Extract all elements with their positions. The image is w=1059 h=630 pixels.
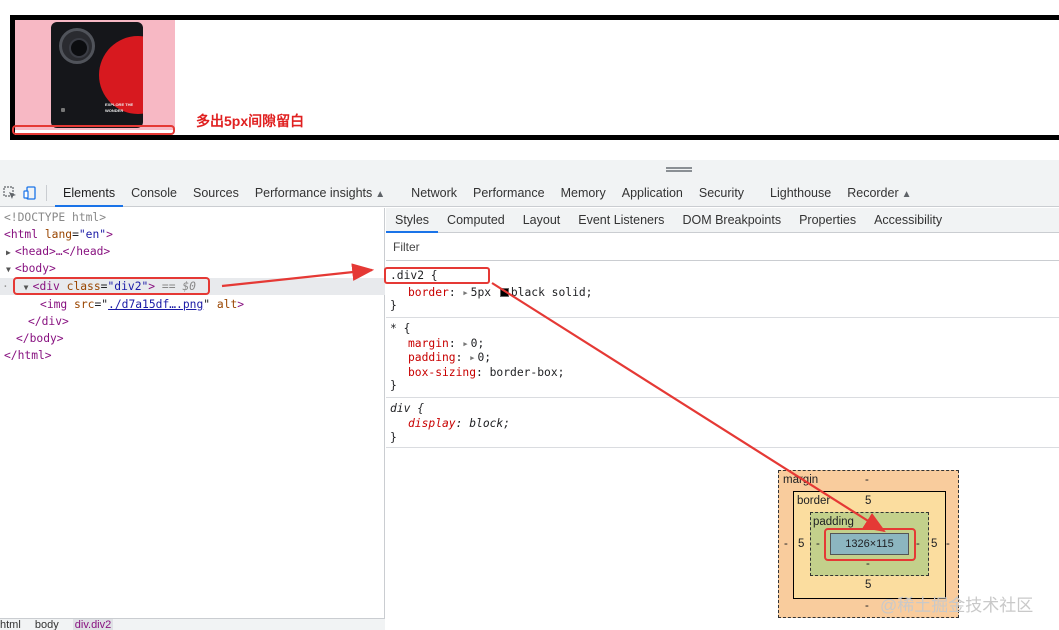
tab-performance-insights[interactable]: Performance insights ▲ <box>247 180 393 206</box>
rule-close: } <box>390 431 397 444</box>
breadcrumb: html body div.div2 <box>0 618 385 630</box>
device-toolbar-icon[interactable] <box>20 180 40 206</box>
color-swatch[interactable] <box>499 288 509 297</box>
rule-close: } <box>390 299 397 312</box>
tab-computed[interactable]: Computed <box>438 208 514 232</box>
tab-lighthouse[interactable]: Lighthouse <box>762 180 839 206</box>
tab-network[interactable]: Network <box>403 180 465 206</box>
dom-div-close[interactable]: </div> <box>28 313 69 330</box>
padding-left-value[interactable]: - <box>816 538 820 550</box>
rule-declaration[interactable]: box-sizing: border-box; <box>408 365 564 381</box>
styles-tab-bar: Styles Computed Layout Event Listeners D… <box>386 208 1059 233</box>
dom-html-close[interactable]: </html> <box>4 347 52 364</box>
dom-body-close[interactable]: </body> <box>16 330 64 347</box>
phone-text: EXPLORE THE WONDER <box>105 102 134 113</box>
tab-accessibility[interactable]: Accessibility <box>865 208 951 232</box>
experiment-flask-icon: ▲ <box>375 189 386 200</box>
border-right-value[interactable]: 5 <box>931 538 937 550</box>
rule-selector[interactable]: div { <box>390 401 424 417</box>
rule-declaration[interactable]: padding: ▶ 0; <box>408 350 491 366</box>
tab-styles[interactable]: Styles <box>386 208 439 233</box>
padding-label: padding <box>813 516 854 528</box>
tab-performance[interactable]: Performance <box>465 180 553 206</box>
dom-img[interactable]: <img src="./d7a15df….png" alt> <box>40 296 244 313</box>
rule-declaration[interactable]: display: block; <box>408 416 510 432</box>
tab-elements[interactable]: Elements <box>55 180 124 207</box>
phone-button <box>61 108 65 112</box>
breadcrumb-body[interactable]: body <box>35 619 59 630</box>
tab-console[interactable]: Console <box>123 180 185 206</box>
tab-security[interactable]: Security <box>691 180 752 206</box>
styles-filter-bar <box>386 234 1059 261</box>
styles-filter-input[interactable] <box>386 234 1059 260</box>
tab-application[interactable]: Application <box>614 180 691 206</box>
selector-highlight-box <box>384 267 490 284</box>
content-size-highlight <box>824 528 916 561</box>
border-left-value[interactable]: 5 <box>798 538 804 550</box>
padding-top-value[interactable]: - <box>866 516 870 528</box>
margin-right-value[interactable]: - <box>946 538 950 550</box>
dom-tree-panel: <!DOCTYPE html> <html lang="en"> ▶ <head>… <box>0 208 385 618</box>
tab-event-listeners[interactable]: Event Listeners <box>569 208 673 232</box>
gap-annotation: 多出5px间隙留白 <box>196 113 305 129</box>
border-bottom-value[interactable]: 5 <box>865 579 871 591</box>
dom-html-open[interactable]: <html lang="en"> <box>4 226 113 243</box>
margin-left-value[interactable]: - <box>784 538 788 550</box>
tab-recorder[interactable]: Recorder ▲ <box>839 180 919 206</box>
dom-body-open[interactable]: ▼ <body> <box>6 260 56 277</box>
padding-right-value[interactable]: - <box>916 538 920 550</box>
dom-doctype[interactable]: <!DOCTYPE html> <box>4 209 106 226</box>
watermark: @稀土掘金技术社区 <box>880 596 1034 615</box>
border-top-value[interactable]: 5 <box>865 495 871 507</box>
tab-properties[interactable]: Properties <box>790 208 865 232</box>
drag-grip-icon[interactable] <box>666 167 692 172</box>
toolbar-divider <box>46 185 47 201</box>
camera-icon <box>59 28 95 64</box>
phone-product-image: EXPLORE THE WONDER <box>15 20 175 130</box>
tab-dom-breakpoints[interactable]: DOM Breakpoints <box>673 208 790 232</box>
margin-top-value[interactable]: - <box>865 474 869 486</box>
devtools-resize-handle[interactable] <box>0 160 1059 180</box>
gap-highlight-box <box>12 125 175 135</box>
selected-node-highlight <box>13 277 210 295</box>
tab-memory[interactable]: Memory <box>553 180 614 206</box>
tab-sources[interactable]: Sources <box>185 180 247 206</box>
collapse-triangle-icon[interactable]: ▼ <box>6 261 15 278</box>
page-viewport: EXPLORE THE WONDER 多出5px间隙留白 <box>0 0 1059 160</box>
dom-head[interactable]: ▶ <head>…</head> <box>6 243 110 260</box>
phone-illustration: EXPLORE THE WONDER <box>51 22 143 128</box>
border-label: border <box>797 495 831 507</box>
rule-declaration[interactable]: border: ▶ 5px black solid; <box>408 285 592 301</box>
breadcrumb-div2[interactable]: div.div2 <box>72 619 114 630</box>
devtools-tab-bar: Elements Console Sources Performance ins… <box>0 180 1059 207</box>
margin-label: margin <box>783 474 819 486</box>
margin-bottom-value[interactable]: - <box>865 600 869 612</box>
rule-close: } <box>390 379 397 392</box>
inspect-element-icon[interactable] <box>0 180 20 206</box>
rule-div-user-agent: div { display: block; } <box>386 399 1059 448</box>
div2-box: EXPLORE THE WONDER <box>10 15 1059 140</box>
rule-universal: * { margin: ▶ 0; padding: ▶ 0; box-sizing:… <box>386 319 1059 398</box>
breadcrumb-html[interactable]: html <box>0 619 21 630</box>
expand-triangle-icon[interactable]: ▶ <box>6 244 15 261</box>
tab-layout[interactable]: Layout <box>514 208 570 232</box>
experiment-flask-icon: ▲ <box>901 189 912 200</box>
rule-selector[interactable]: * { <box>390 321 410 337</box>
